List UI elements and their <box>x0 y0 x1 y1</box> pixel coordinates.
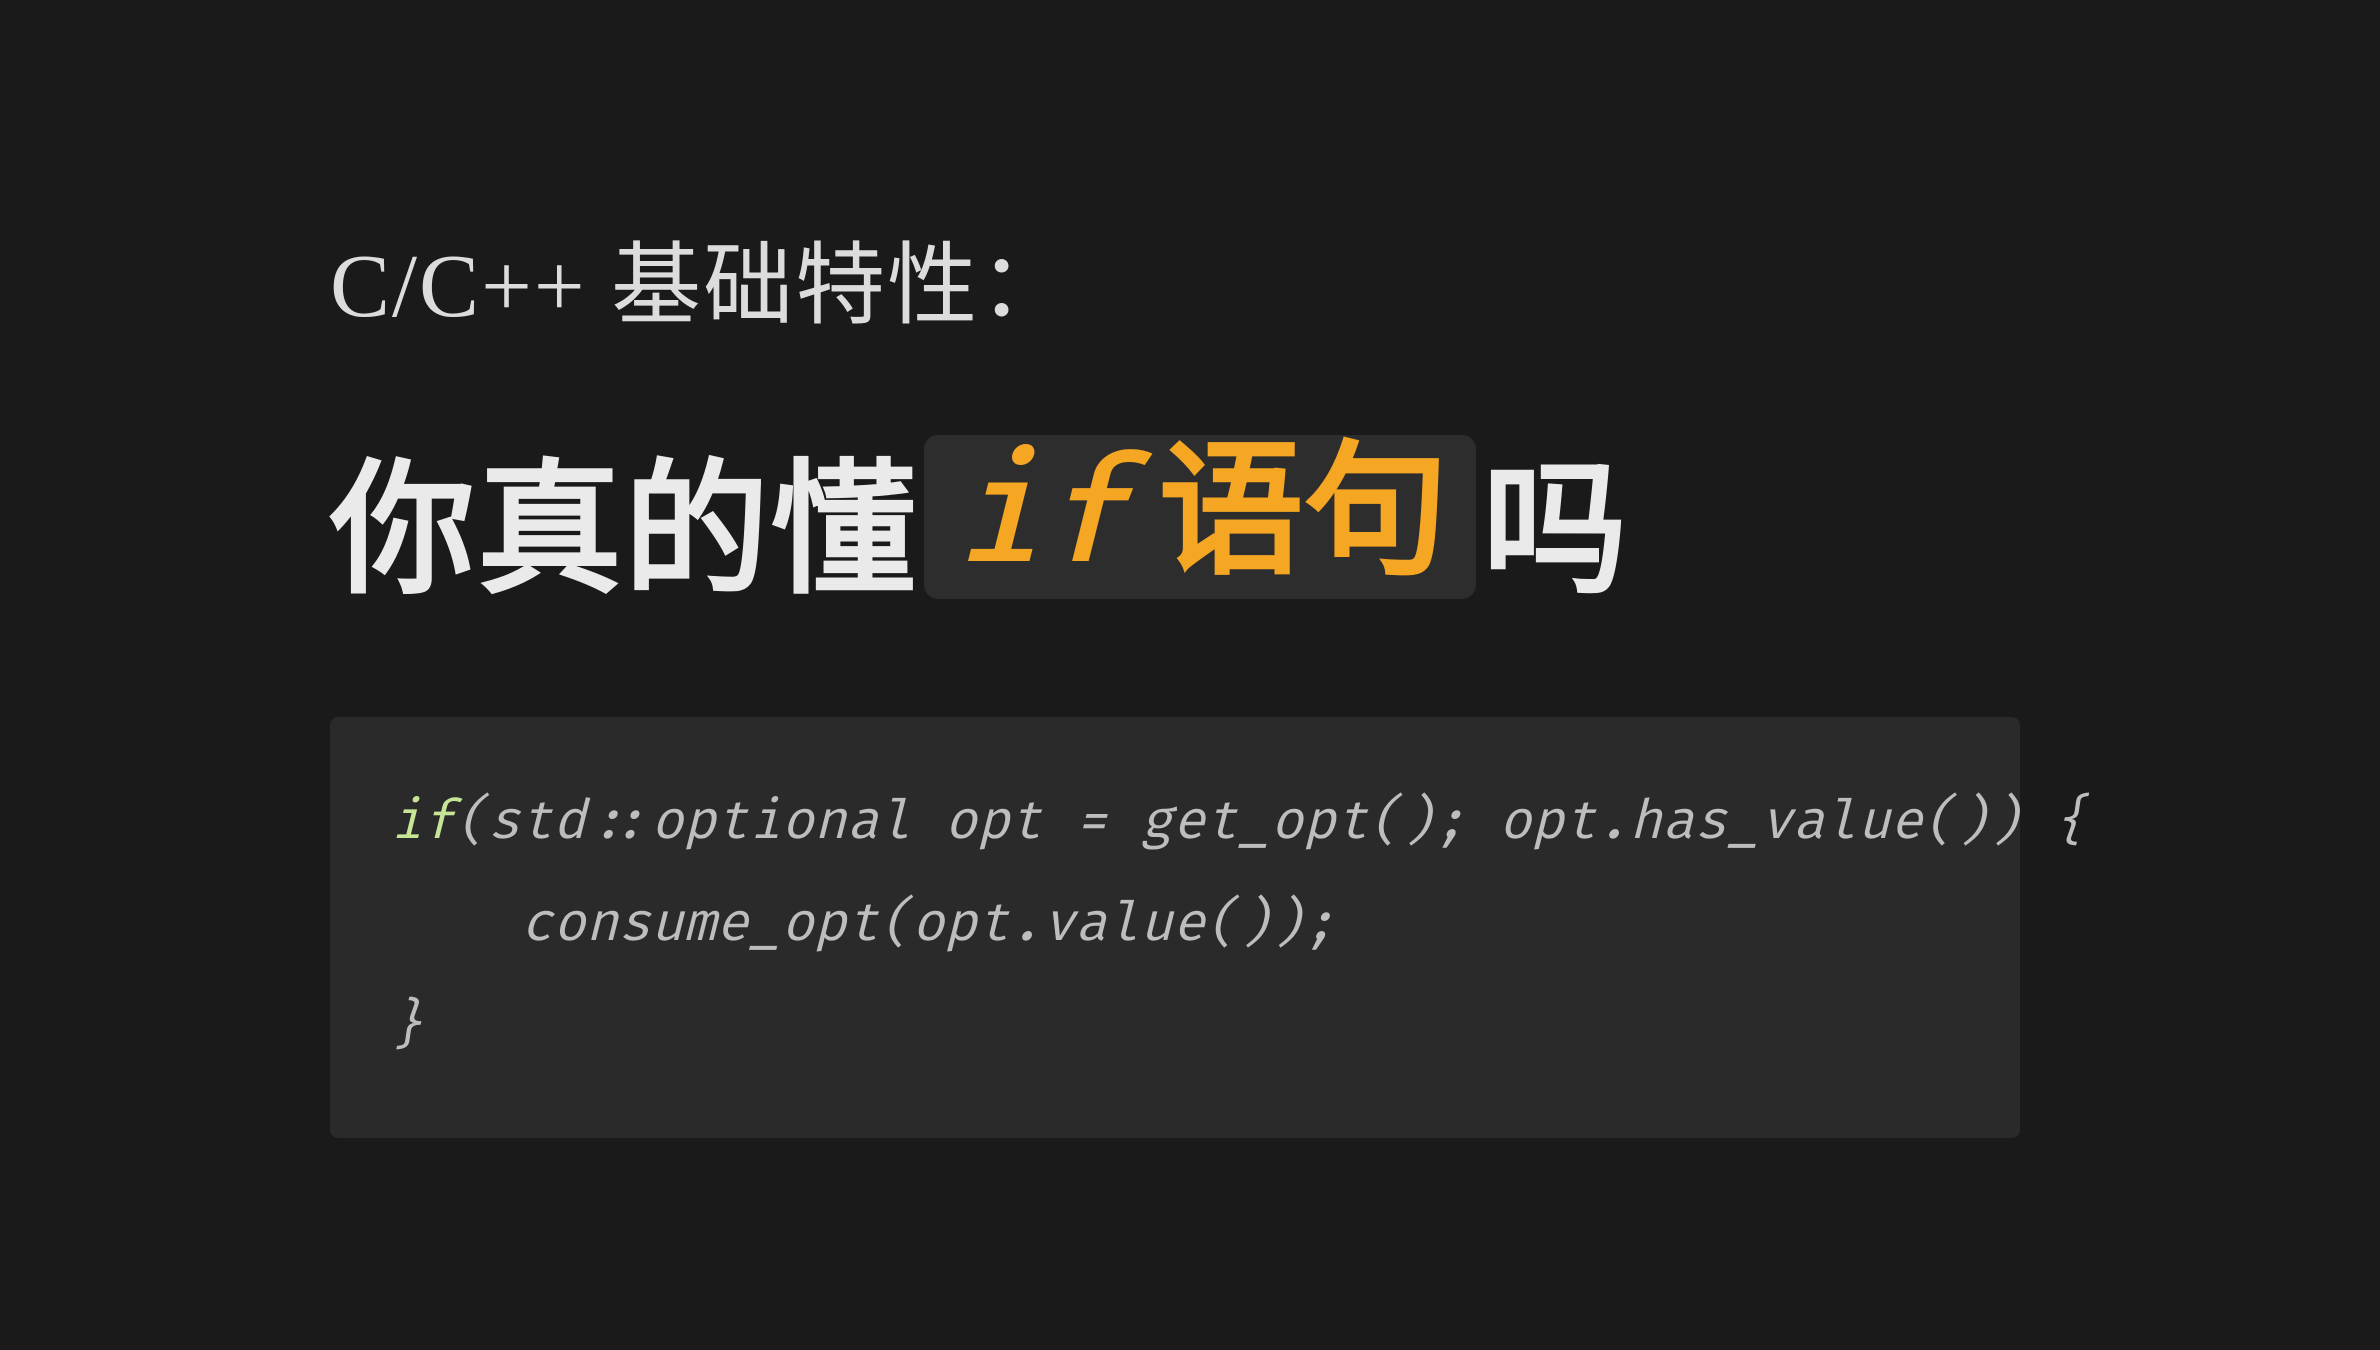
code-token-keyword: if <box>390 790 455 855</box>
title-post: 吗 <box>1482 412 1629 622</box>
title-pre: 你真的懂 <box>330 412 918 622</box>
title-highlight-code: if <box>952 444 1130 589</box>
code-token: } <box>390 994 423 1059</box>
code-line-3: } <box>390 976 1960 1078</box>
title-highlight-box: if 语句 <box>924 435 1476 599</box>
slide-title: 你真的懂 if 语句 吗 <box>330 412 2380 622</box>
code-block: if(std::optional opt = get_opt(); opt.ha… <box>330 717 2020 1137</box>
code-token: consume_opt(opt.value()); <box>520 892 1335 957</box>
code-line-1: if(std::optional opt = get_opt(); opt.ha… <box>390 772 1960 874</box>
title-highlight-text: 语句 <box>1158 441 1448 586</box>
slide-supertitle: C/C++ 基础特性： <box>330 212 2380 342</box>
code-token-indent <box>390 892 520 957</box>
code-line-2: consume_opt(opt.value()); <box>390 874 1960 976</box>
code-token: (std::optional opt = get_opt(); opt.has_… <box>455 790 2086 855</box>
